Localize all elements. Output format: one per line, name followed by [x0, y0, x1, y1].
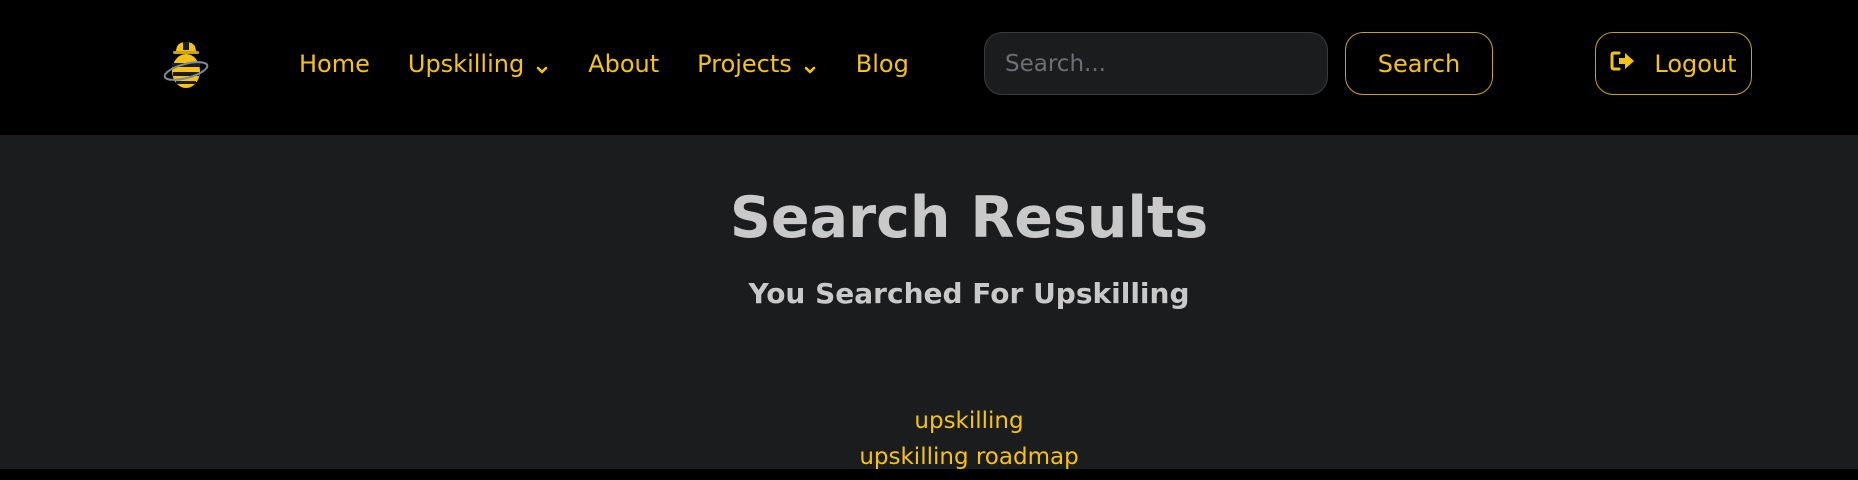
chevron-down-icon	[534, 56, 550, 74]
top-navbar: Home Upskilling About Projects Blog Sear…	[0, 0, 1858, 135]
nav-home[interactable]: Home	[299, 50, 370, 78]
main-nav: Home Upskilling About Projects Blog	[299, 45, 947, 83]
nav-upskilling[interactable]: Upskilling	[408, 50, 550, 78]
nav-blog-label: Blog	[855, 50, 909, 78]
results-list: upskilling upskilling roadmap	[0, 403, 1858, 475]
nav-home-label: Home	[299, 50, 370, 78]
nav-projects-label: Projects	[697, 50, 792, 78]
nav-upskilling-label: Upskilling	[407, 50, 525, 78]
chevron-down-icon	[802, 56, 818, 74]
nav-projects[interactable]: Projects	[697, 50, 818, 78]
search-results-section: Search Results You Searched For Upskilli…	[0, 135, 1858, 470]
search-input[interactable]	[984, 32, 1328, 95]
search-button[interactable]: Search	[1345, 32, 1493, 95]
page-title: Search Results	[729, 185, 1209, 251]
logout-button[interactable]: Logout	[1595, 32, 1752, 95]
result-link[interactable]: upskilling	[0, 403, 1858, 439]
logout-label: Logout	[1654, 49, 1737, 78]
sign-out-icon	[1610, 50, 1636, 78]
search-query-subtitle: You Searched For Upskilling	[748, 277, 1190, 310]
bee-hardhat-logo-icon[interactable]	[162, 38, 210, 92]
nav-about-label: About	[588, 50, 660, 78]
nav-blog[interactable]: Blog	[856, 50, 909, 78]
bottom-divider	[0, 469, 1858, 480]
nav-about[interactable]: About	[588, 50, 659, 78]
